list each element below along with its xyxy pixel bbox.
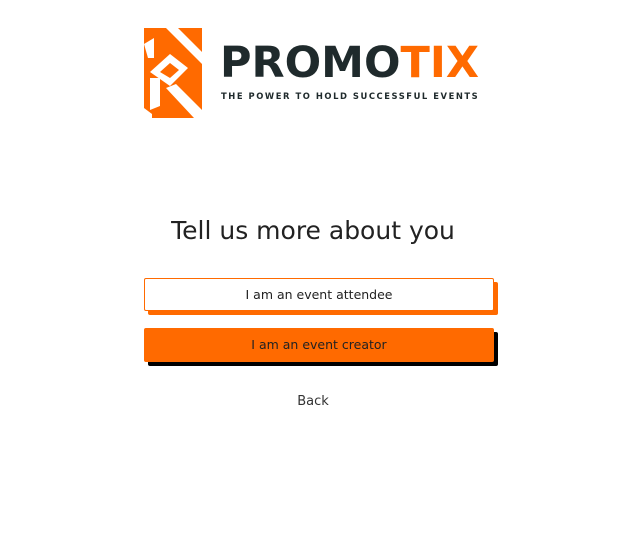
brand-name-part1: PROMO [220, 38, 401, 88]
event-attendee-button[interactable]: I am an event attendee [144, 278, 494, 311]
page-title: Tell us more about you [171, 216, 455, 245]
brand-wordmark: PROMOTIX [220, 40, 479, 86]
brand-name-part2: TIX [400, 38, 480, 88]
back-link-row: Back [0, 393, 626, 411]
promotix-logo-icon [144, 28, 202, 118]
event-creator-button[interactable]: I am an event creator [144, 328, 494, 362]
brand-tagline: THE POWER TO HOLD SUCCESSFUL EVENTS [221, 91, 480, 101]
brand-logo: PROMOTIX THE POWER TO HOLD SUCCESSFUL EV… [144, 28, 496, 118]
back-link[interactable]: Back [297, 394, 329, 409]
